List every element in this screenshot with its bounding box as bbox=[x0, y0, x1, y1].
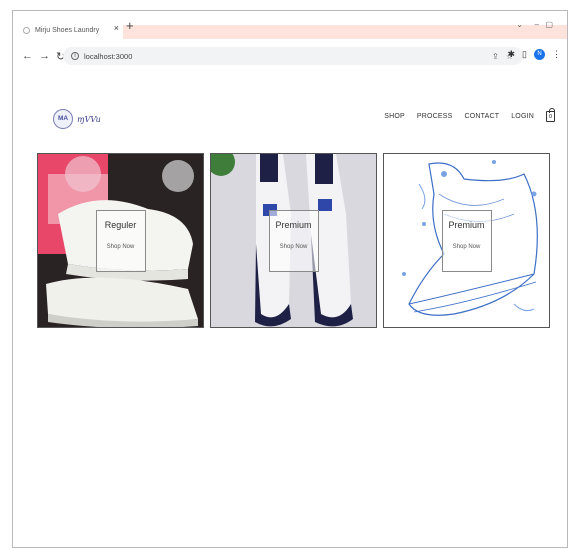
card-title: Premium bbox=[448, 219, 485, 230]
card-overlay: Premium Shop Now bbox=[441, 209, 492, 272]
tab-favicon-icon bbox=[23, 26, 30, 34]
new-tab-button[interactable]: + bbox=[126, 19, 134, 32]
shop-now-link[interactable]: Shop Now bbox=[107, 244, 135, 250]
back-icon[interactable]: ← bbox=[22, 50, 33, 62]
address-bar[interactable]: i localhost:3000 ⇪ ☆ bbox=[63, 47, 523, 65]
minimize-icon[interactable]: – bbox=[535, 20, 539, 29]
tab-title: Mirju Shoes Laundry bbox=[35, 26, 100, 34]
tab-strip: Mirju Shoes Laundry × + ⌄ – ▢ bbox=[13, 11, 567, 43]
forward-icon[interactable]: → bbox=[39, 50, 50, 62]
card-title: Premium bbox=[275, 219, 312, 230]
nav-login[interactable]: LOGIN bbox=[511, 113, 534, 120]
service-card-premium-2[interactable]: Premium Shop Now bbox=[383, 153, 550, 328]
logo-mark: MA bbox=[53, 109, 73, 129]
browser-window: Mirju Shoes Laundry × + ⌄ – ▢ ← → ↻ i lo… bbox=[12, 10, 568, 548]
site-logo[interactable]: MA ɱVVu bbox=[53, 109, 101, 129]
maximize-icon[interactable]: ▢ bbox=[545, 20, 553, 29]
tab-search-icon[interactable]: ⌄ bbox=[516, 20, 523, 29]
card-overlay: Premium Shop Now bbox=[268, 209, 319, 272]
service-card-reguler[interactable]: Reguler Shop Now bbox=[37, 153, 204, 328]
nav-contact[interactable]: CONTACT bbox=[464, 113, 499, 120]
card-overlay: Reguler Shop Now bbox=[95, 209, 146, 272]
browser-tab[interactable]: Mirju Shoes Laundry × bbox=[13, 17, 123, 43]
menu-kebab-icon[interactable]: ⋮ bbox=[552, 49, 561, 60]
nav-shop[interactable]: SHOP bbox=[384, 113, 405, 120]
tab-bar-background bbox=[123, 25, 567, 39]
shop-now-link[interactable]: Shop Now bbox=[453, 244, 481, 250]
main-nav: SHOP PROCESS CONTACT LOGIN 0 bbox=[384, 108, 555, 122]
tab-close-icon[interactable]: × bbox=[114, 23, 119, 33]
service-card-premium[interactable]: Premium Shop Now bbox=[210, 153, 377, 328]
web-page: MA ɱVVu SHOP PROCESS CONTACT LOGIN 0 Reg… bbox=[13, 69, 567, 547]
browser-toolbar: ← → ↻ i localhost:3000 ⇪ ☆ ✱ ▯ N ⋮ bbox=[13, 43, 567, 69]
share-icon[interactable]: ⇪ bbox=[492, 52, 499, 61]
profile-avatar[interactable]: N bbox=[534, 49, 545, 60]
shop-now-link[interactable]: Shop Now bbox=[280, 244, 308, 250]
cart-icon[interactable]: 0 bbox=[546, 108, 555, 122]
logo-text: ɱVVu bbox=[77, 114, 101, 124]
site-info-icon[interactable]: i bbox=[71, 52, 79, 60]
extensions-icon[interactable]: ✱ bbox=[508, 49, 516, 60]
service-cards: Reguler Shop Now Premium Shop Now Premiu… bbox=[37, 153, 550, 328]
nav-process[interactable]: PROCESS bbox=[417, 113, 453, 120]
address-text: localhost:3000 bbox=[84, 51, 133, 61]
card-title: Reguler bbox=[104, 219, 137, 230]
side-panel-icon[interactable]: ▯ bbox=[522, 49, 527, 60]
